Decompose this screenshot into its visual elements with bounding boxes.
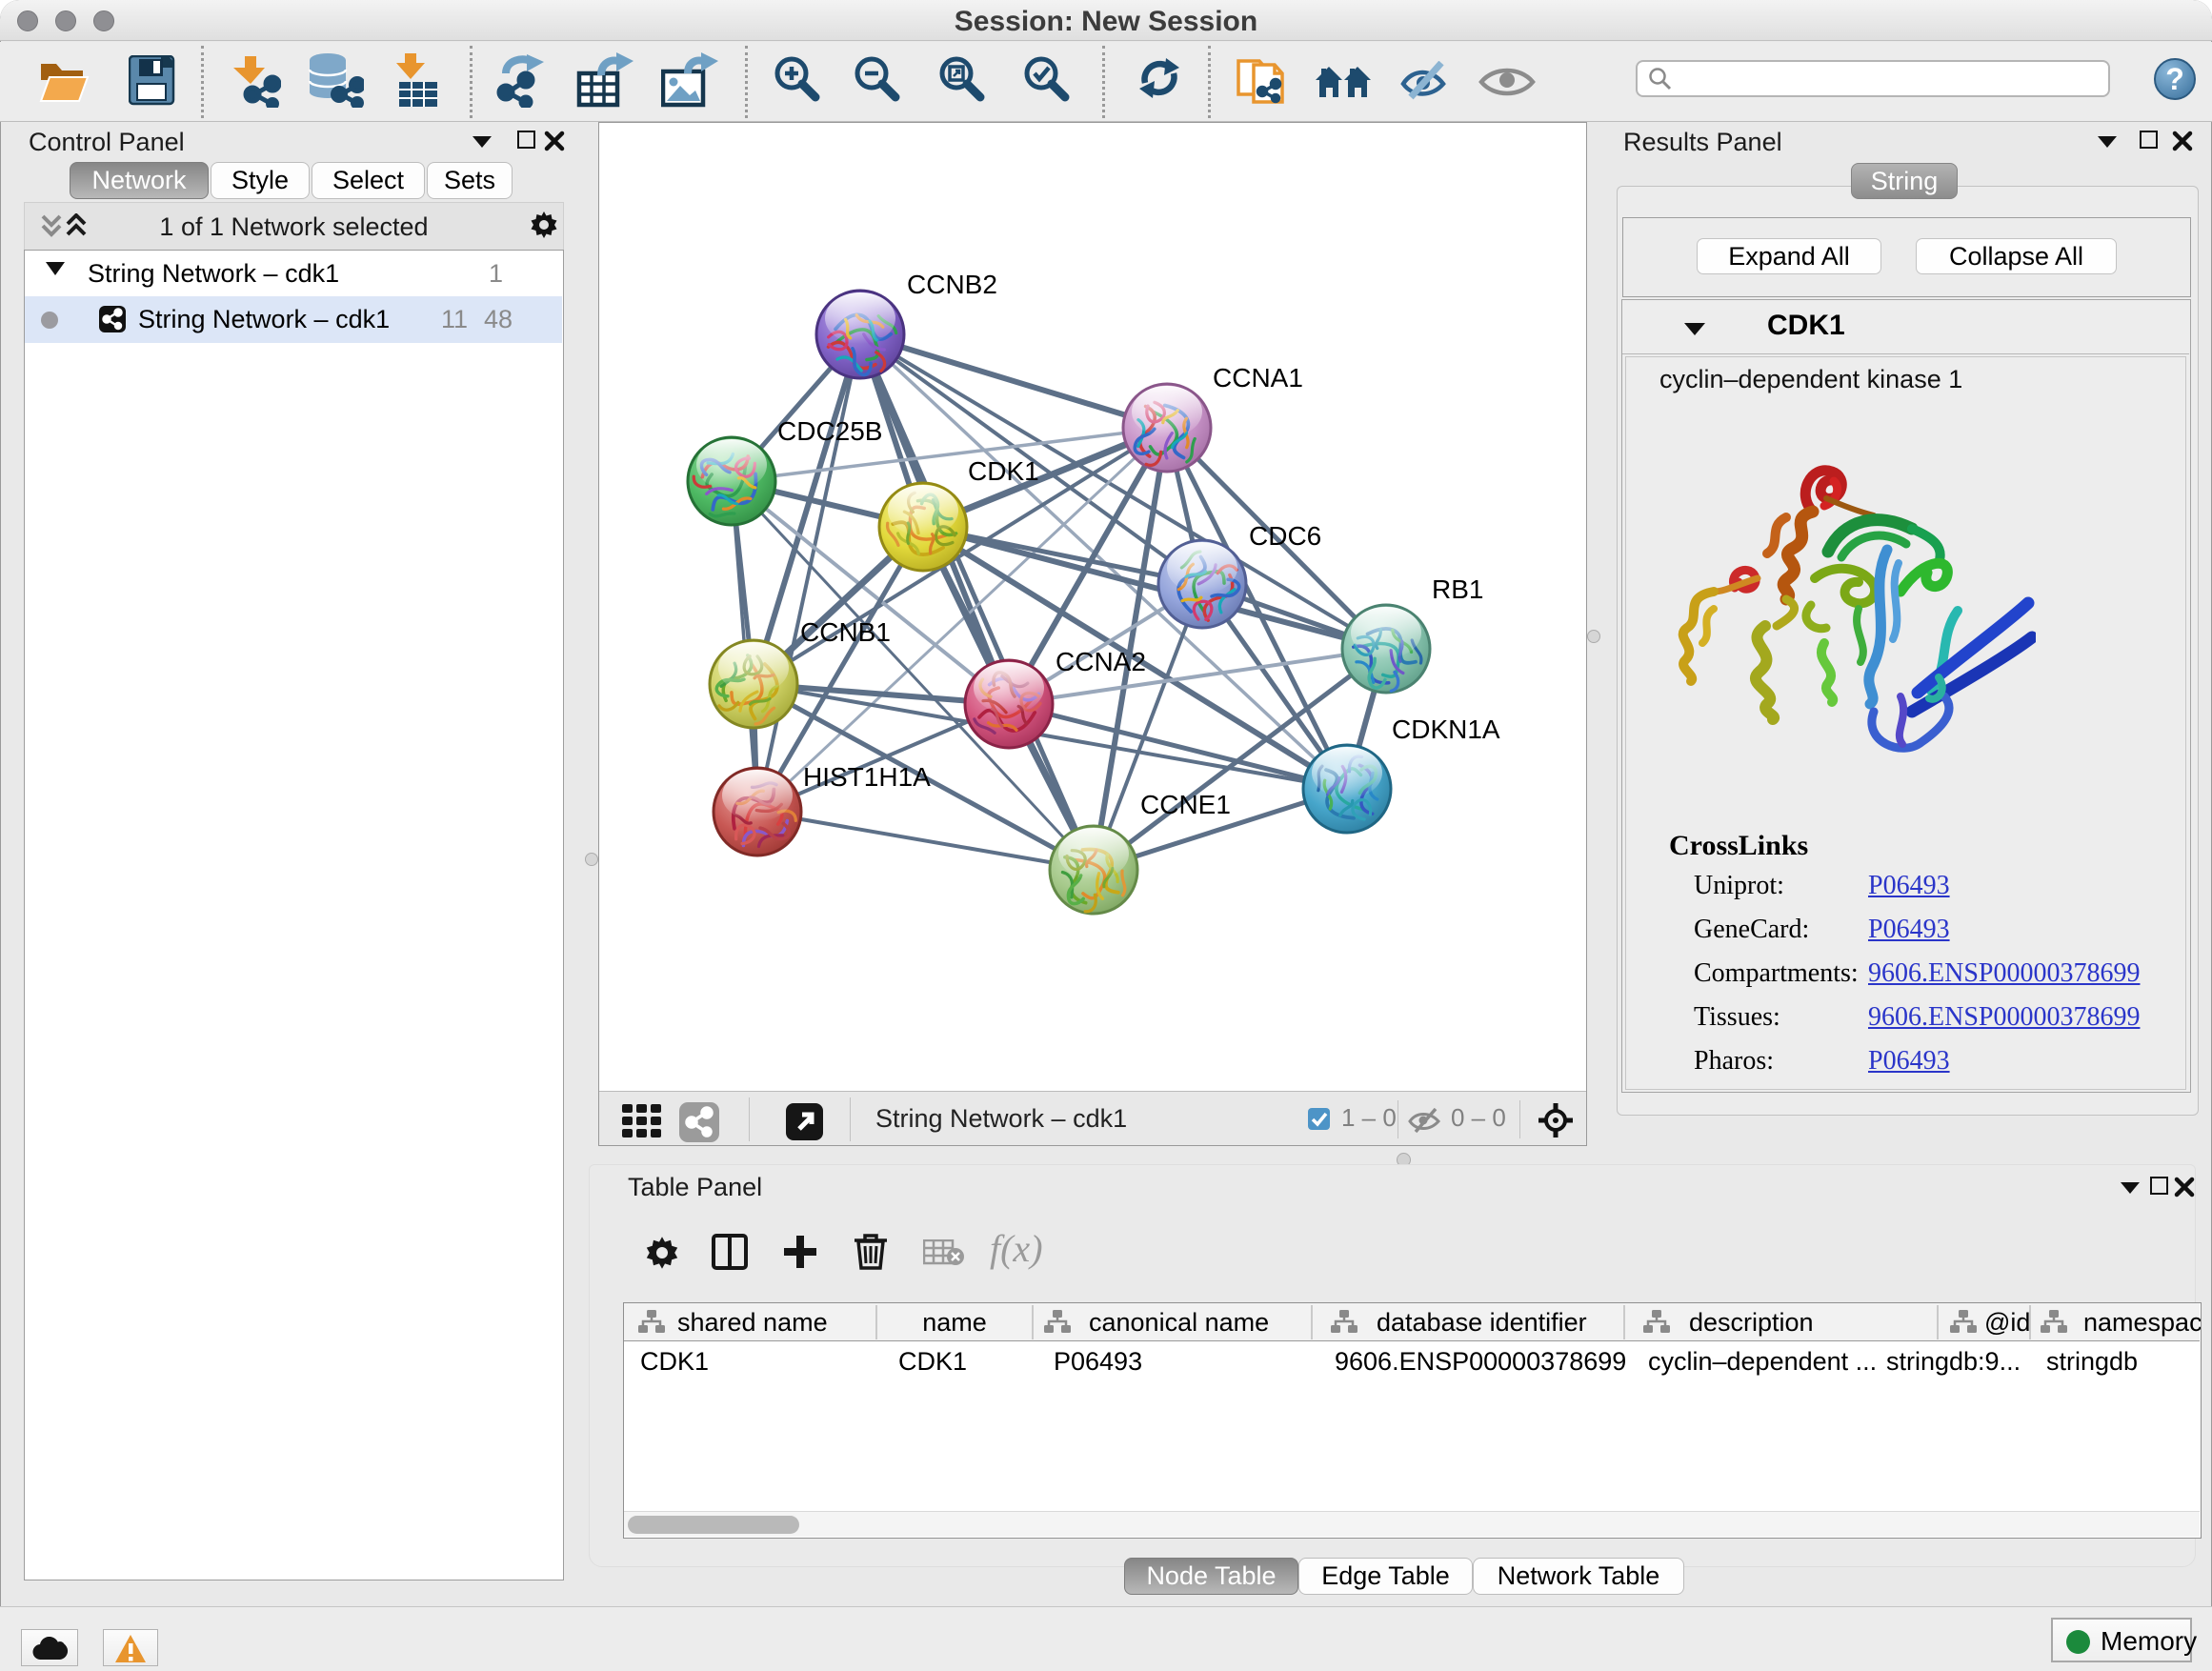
svg-text:CDC25B: CDC25B: [777, 416, 882, 446]
svg-text:CCNE1: CCNE1: [1140, 790, 1231, 819]
svg-text:CCNA2: CCNA2: [1056, 647, 1146, 676]
svg-text:CCNB2: CCNB2: [907, 270, 997, 299]
svg-text:CDK1: CDK1: [968, 456, 1039, 486]
svg-text:CDKN1A: CDKN1A: [1392, 715, 1500, 744]
svg-text:CCNB1: CCNB1: [800, 617, 891, 647]
svg-text:?: ?: [2165, 62, 2184, 96]
svg-text:HIST1H1A: HIST1H1A: [803, 762, 931, 792]
svg-text:CDC6: CDC6: [1249, 521, 1321, 551]
svg-text:RB1: RB1: [1432, 574, 1483, 604]
svg-text:CCNA1: CCNA1: [1213, 363, 1303, 393]
